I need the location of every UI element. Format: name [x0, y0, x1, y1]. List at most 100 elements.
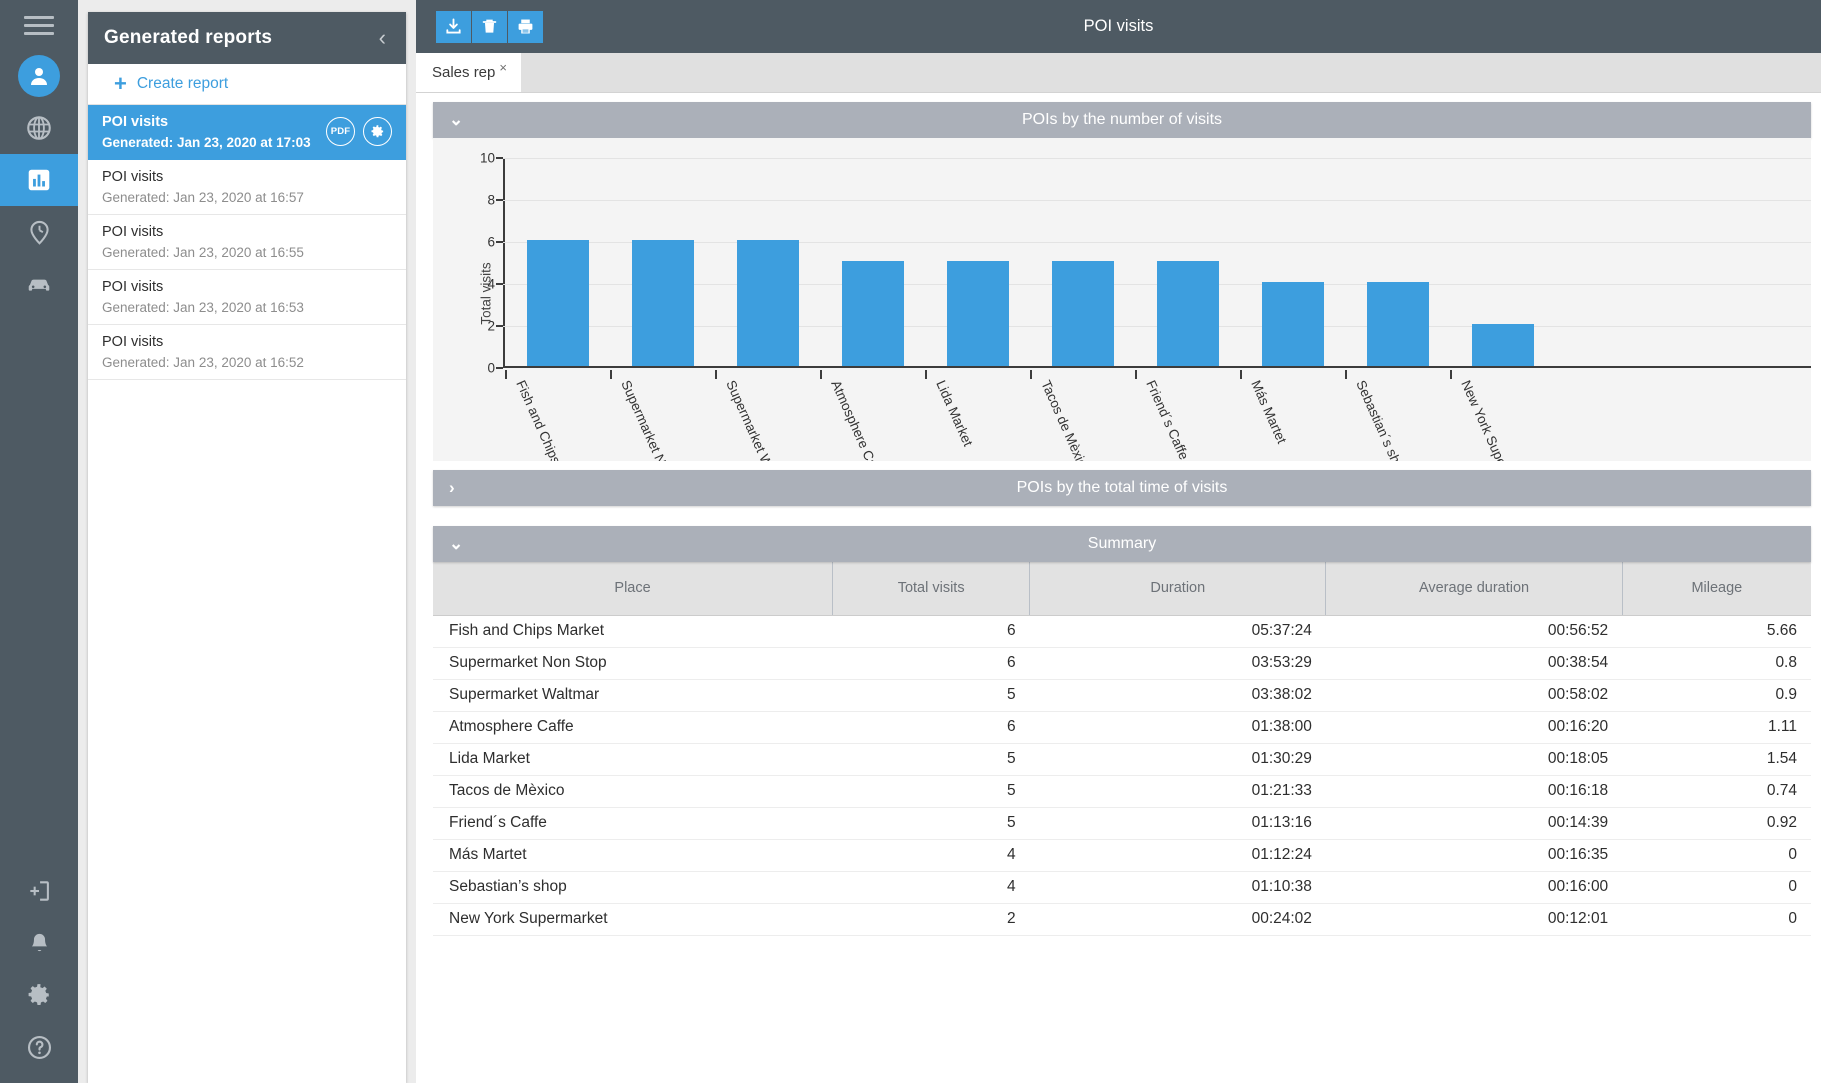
rail-bottom-group: [0, 865, 78, 1073]
bar-slot: [820, 261, 925, 366]
cell-place: Sebastian’s shop: [433, 871, 833, 904]
table-row[interactable]: Lida Market 5 01:30:29 00:18:05 1.54: [433, 743, 1811, 776]
bar[interactable]: [841, 261, 904, 366]
bar-slot: [925, 261, 1030, 366]
cell-duration: 01:38:00: [1029, 711, 1326, 744]
tab-strip: Sales rep ×: [416, 53, 1821, 93]
table-head: Place Total visits Duration Average dura…: [433, 562, 1811, 616]
y-tick-label: 10: [479, 150, 495, 166]
cell-duration: 05:37:24: [1029, 615, 1326, 648]
y-tick-mark: [496, 367, 503, 369]
cell-average-duration: 00:58:02: [1325, 679, 1623, 712]
tab-sales-rep[interactable]: Sales rep ×: [416, 53, 521, 92]
chart-icon: [28, 169, 50, 191]
section-title: POIs by the total time of visits: [1016, 479, 1228, 496]
cell-mileage: 0.9: [1622, 679, 1811, 712]
list-item[interactable]: POI visits Generated: Jan 23, 2020 at 16…: [88, 160, 406, 215]
x-tick-label: Lida Market: [933, 378, 976, 449]
rail-top-group: [0, 0, 78, 310]
cell-mileage: 0: [1622, 903, 1811, 936]
bar-chart: Total visits 0 2 4 6 8 10 Fish and Chips Mar S…: [433, 138, 1811, 461]
bar[interactable]: [1261, 282, 1324, 366]
section-header-pois-by-visits[interactable]: ⌄ POIs by the number of visits: [433, 102, 1811, 138]
download-button[interactable]: [436, 10, 471, 43]
cell-place: New York Supermarket: [433, 903, 833, 936]
list-item[interactable]: POI visits Generated: Jan 23, 2020 at 16…: [88, 270, 406, 325]
bar-slot: [1450, 324, 1555, 366]
sidebar-item-history[interactable]: [0, 206, 78, 258]
sidebar-item-logout[interactable]: [0, 865, 78, 917]
sidebar-item-notifications[interactable]: [0, 917, 78, 969]
download-icon: [446, 18, 461, 34]
column-header-mileage[interactable]: Mileage: [1622, 562, 1811, 616]
section-header-summary[interactable]: ⌄ Summary: [433, 526, 1811, 562]
bar[interactable]: [526, 240, 589, 366]
table-row[interactable]: Más Martet 4 01:12:24 00:16:35 0: [433, 839, 1811, 872]
bar[interactable]: [1156, 261, 1219, 366]
cell-total-visits: 4: [832, 839, 1030, 872]
menu-icon-button[interactable]: [0, 0, 78, 50]
car-icon: [28, 279, 50, 291]
sidebar-item-reports[interactable]: [0, 154, 78, 206]
bar[interactable]: [631, 240, 694, 366]
section-title: Summary: [1087, 535, 1157, 552]
report-title: POI visits: [102, 169, 164, 185]
cell-place: Más Martet: [433, 839, 833, 872]
cell-average-duration: 00:16:20: [1325, 711, 1623, 744]
section-header-pois-by-time[interactable]: › POIs by the total time of visits: [433, 470, 1811, 506]
list-item[interactable]: POI visits Generated: Jan 23, 2020 at 16…: [88, 215, 406, 270]
globe-icon: [27, 116, 51, 140]
table-row[interactable]: Supermarket Non Stop 6 03:53:29 00:38:54 0.8: [433, 647, 1811, 680]
sidebar-item-vehicles[interactable]: [0, 258, 78, 310]
sidebar-item-help[interactable]: [0, 1021, 78, 1073]
bar[interactable]: [736, 240, 799, 366]
report-settings-gear-icon[interactable]: [363, 117, 392, 146]
bar[interactable]: [1366, 282, 1429, 366]
sidebar-item-users[interactable]: [0, 50, 78, 102]
bar-slot: [1345, 282, 1450, 366]
delete-button[interactable]: [472, 10, 507, 43]
x-tick-mark: [1450, 370, 1452, 379]
column-header-place[interactable]: Place: [433, 562, 834, 616]
table-row[interactable]: Fish and Chips Market 6 05:37:24 00:56:52 5.…: [433, 615, 1811, 648]
column-header-average-duration[interactable]: Average duration: [1325, 562, 1623, 616]
table-row[interactable]: Sebastian’s shop 4 01:10:38 00:16:00 0: [433, 871, 1811, 904]
report-title: POI visits: [102, 224, 164, 240]
collapse-panel-icon[interactable]: ‹: [373, 25, 392, 51]
gear-icon: [28, 984, 49, 1005]
x-tick-mark: [820, 370, 822, 379]
create-report-button[interactable]: + Create report: [88, 64, 406, 105]
main-content: POI visits Sales rep × ⌄ POIs by the num…: [416, 0, 1821, 1083]
table-row[interactable]: New York Supermarket 2 00:24:02 00:12:01 0: [433, 903, 1811, 936]
list-item[interactable]: POI visits Generated: Jan 23, 2020 at 16…: [88, 325, 406, 380]
sidebar-item-map[interactable]: [0, 102, 78, 154]
x-tick-mark: [1135, 370, 1137, 379]
pdf-icon[interactable]: PDF: [326, 117, 355, 146]
x-tick-label: New York Superma: [1458, 378, 1520, 461]
table-row[interactable]: Friend´s Caffe 5 01:13:16 00:14:39 0.92: [433, 807, 1811, 840]
bar[interactable]: [946, 261, 1009, 366]
bar[interactable]: [1051, 261, 1114, 366]
x-tick-label: Atmosphere Caffe: [828, 378, 887, 461]
sidebar-item-settings[interactable]: [0, 969, 78, 1021]
left-nav-rail: [0, 0, 78, 1083]
table-row[interactable]: Tacos de Mèxico 5 01:21:33 00:16:18 0.74: [433, 775, 1811, 808]
table-row[interactable]: Supermarket Waltmar 5 03:38:02 00:58:02 0.9: [433, 679, 1811, 712]
list-item[interactable]: POI visits Generated: Jan 23, 2020 at 17…: [88, 105, 406, 160]
x-tick-mark: [1240, 370, 1242, 379]
column-header-duration[interactable]: Duration: [1029, 562, 1327, 616]
bar-slot: [610, 240, 715, 366]
close-icon[interactable]: ×: [499, 60, 507, 75]
table-row[interactable]: Atmosphere Caffe 6 01:38:00 00:16:20 1.11: [433, 711, 1811, 744]
report-body: ⌄ POIs by the number of visits Total vis…: [416, 93, 1821, 1083]
cell-place: Friend´s Caffe: [433, 807, 833, 840]
chart-bars: [505, 156, 1555, 366]
cell-duration: 00:24:02: [1029, 903, 1326, 936]
column-header-total-visits[interactable]: Total visits: [832, 562, 1031, 616]
bar[interactable]: [1471, 324, 1534, 366]
cell-average-duration: 00:16:18: [1325, 775, 1623, 808]
cell-average-duration: 00:56:52: [1325, 615, 1623, 648]
report-title: POI visits: [102, 334, 164, 350]
user-icon: [18, 55, 60, 97]
print-button[interactable]: [508, 10, 543, 43]
